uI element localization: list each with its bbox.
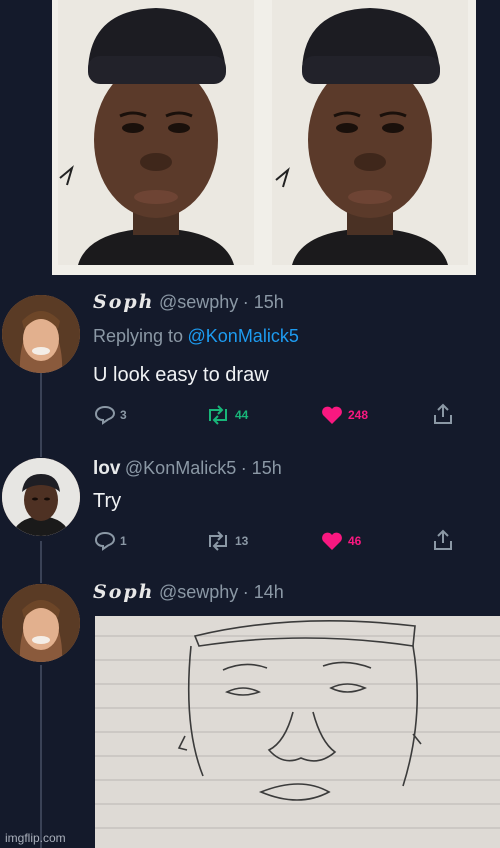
- avatar[interactable]: [2, 458, 80, 536]
- like-button[interactable]: 248: [320, 405, 368, 425]
- reply-icon: [94, 531, 116, 551]
- share-icon: [434, 403, 452, 424]
- tweet-header: Soph @sewphy · 14h: [93, 581, 284, 603]
- share-button[interactable]: [431, 529, 455, 551]
- avatar[interactable]: [2, 584, 80, 662]
- timestamp[interactable]: · 14h: [243, 582, 284, 602]
- top-photo-pair[interactable]: [52, 0, 476, 275]
- replying-to-link[interactable]: @KonMalick5: [188, 326, 299, 346]
- thread-line: [40, 665, 42, 848]
- like-count: 248: [348, 408, 369, 422]
- retweet-button[interactable]: 44: [205, 405, 248, 425]
- like-count: 46: [348, 534, 362, 548]
- replying-prefix: Replying to: [93, 326, 184, 346]
- photo-left: [58, 0, 254, 265]
- like-button[interactable]: 46: [320, 531, 361, 551]
- timestamp[interactable]: · 15h: [243, 292, 284, 312]
- heart-icon: [322, 406, 342, 424]
- retweet-count: 44: [235, 408, 249, 422]
- retweet-icon: [209, 405, 227, 425]
- display-name[interactable]: lov: [93, 458, 120, 479]
- handle[interactable]: @KonMalick5: [125, 458, 236, 478]
- retweet-count: 13: [235, 534, 249, 548]
- timestamp[interactable]: · 15h: [241, 458, 282, 478]
- watermark: imgflip.com: [5, 831, 66, 845]
- retweet-button[interactable]: 13: [205, 531, 248, 551]
- heart-icon: [322, 532, 342, 550]
- handle[interactable]: @sewphy: [159, 292, 238, 312]
- attached-drawing-image[interactable]: [95, 616, 500, 848]
- thread-line: [40, 541, 42, 583]
- reply-icon: [94, 405, 116, 425]
- display-name[interactable]: Soph: [93, 581, 155, 603]
- share-icon: [434, 529, 452, 550]
- avatar[interactable]: [2, 295, 80, 373]
- tweet-text: Try: [93, 490, 122, 512]
- retweet-icon: [209, 531, 227, 551]
- tweet-header: lov @KonMalick5 · 15h: [93, 458, 282, 480]
- display-name[interactable]: Soph: [93, 291, 155, 313]
- reply-button[interactable]: 1: [94, 531, 127, 551]
- photo-right: [272, 0, 468, 265]
- replying-to: Replying to @KonMalick5: [93, 326, 299, 347]
- thread-line: [40, 372, 42, 457]
- share-button[interactable]: [431, 403, 455, 425]
- reply-count: 1: [120, 534, 127, 548]
- tweet-header: Soph @sewphy · 15h: [93, 291, 284, 313]
- tweet-text: U look easy to draw: [93, 364, 269, 386]
- handle[interactable]: @sewphy: [159, 582, 238, 602]
- reply-button[interactable]: 3: [94, 405, 127, 425]
- reply-count: 3: [120, 408, 127, 422]
